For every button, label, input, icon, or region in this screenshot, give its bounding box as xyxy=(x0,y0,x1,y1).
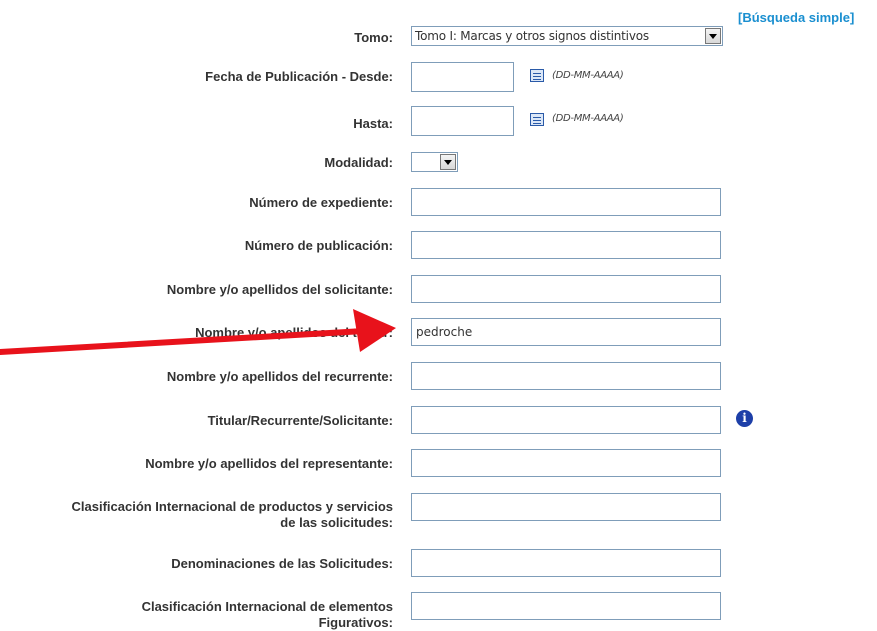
date-format-hint: (DD-MM-AAAA) xyxy=(552,70,624,81)
info-icon[interactable]: i xyxy=(736,410,753,427)
titular-recurrente-solicitante-input[interactable] xyxy=(411,406,721,434)
titular-label: Nombre y/o apellidos del titular: xyxy=(195,325,393,340)
chevron-down-icon[interactable] xyxy=(705,28,721,44)
clasificacion-figurativos-label: Clasificación Internacional de elementos… xyxy=(3,599,393,631)
denominaciones-input[interactable] xyxy=(411,549,721,577)
clasificacion-productos-label: Clasificación Internacional de productos… xyxy=(3,499,394,531)
simple-search-link[interactable]: [Búsqueda simple] xyxy=(738,10,854,25)
clasificacion-productos-input[interactable] xyxy=(411,493,721,521)
solicitante-label: Nombre y/o apellidos del solicitante: xyxy=(166,282,393,297)
tomo-select-value: Tomo I: Marcas y otros signos distintivo… xyxy=(415,29,649,43)
titular-recurrente-solicitante-label: Titular/Recurrente/Solicitante: xyxy=(207,413,393,428)
chevron-down-icon[interactable] xyxy=(440,154,456,170)
numero-expediente-input[interactable] xyxy=(411,188,721,216)
recurrente-input[interactable] xyxy=(411,362,721,390)
representante-label: Nombre y/o apellidos del representante: xyxy=(145,456,393,471)
recurrente-label: Nombre y/o apellidos del recurrente: xyxy=(166,369,393,384)
modalidad-select[interactable] xyxy=(411,152,458,172)
date-format-hint: (DD-MM-AAAA) xyxy=(552,113,624,124)
tomo-select[interactable]: Tomo I: Marcas y otros signos distintivo… xyxy=(411,26,723,46)
calendar-icon[interactable] xyxy=(530,69,544,82)
numero-publicacion-label: Número de publicación: xyxy=(244,238,393,253)
calendar-icon[interactable] xyxy=(530,113,544,126)
clasificacion-figurativos-label-line2: Figurativos: xyxy=(318,615,393,630)
clasificacion-productos-label-line2: de las solicitudes: xyxy=(280,515,393,530)
representante-input[interactable] xyxy=(411,449,721,477)
titular-input[interactable] xyxy=(411,318,721,346)
numero-expediente-label: Número de expediente: xyxy=(249,195,393,210)
fecha-desde-input[interactable] xyxy=(411,62,514,92)
solicitante-input[interactable] xyxy=(411,275,721,303)
clasificacion-figurativos-label-line1: Clasificación Internacional de elementos xyxy=(141,599,393,614)
denominaciones-label: Denominaciones de las Solicitudes: xyxy=(171,556,393,571)
fecha-hasta-label: Hasta: xyxy=(353,116,393,131)
clasificacion-productos-label-line1: Clasificación Internacional de productos… xyxy=(71,499,394,514)
modalidad-label: Modalidad: xyxy=(324,155,393,170)
tomo-label: Tomo: xyxy=(354,30,393,45)
clasificacion-figurativos-input[interactable] xyxy=(411,592,721,620)
numero-publicacion-input[interactable] xyxy=(411,231,721,259)
fecha-hasta-input[interactable] xyxy=(411,106,514,136)
red-arrow-annotation xyxy=(0,309,396,355)
fecha-desde-label: Fecha de Publicación - Desde: xyxy=(205,69,393,84)
